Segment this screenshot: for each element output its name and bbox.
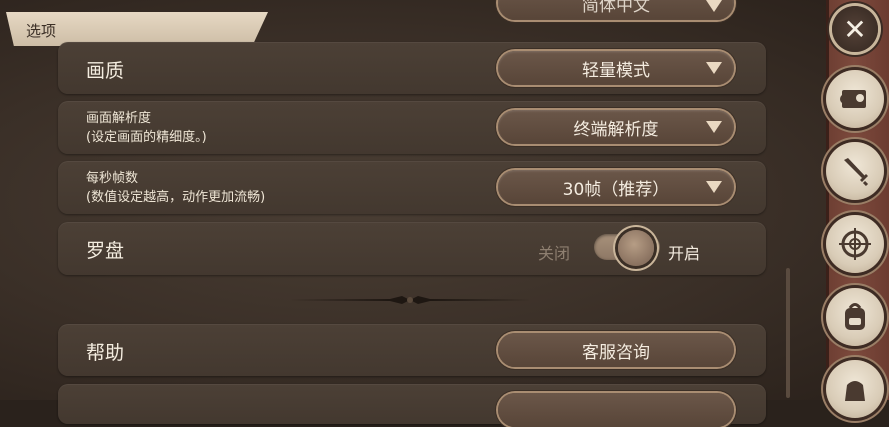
setting-row-resolution: 画面解析度 (设定画面的精细度。) 终端解析度 — [58, 101, 766, 154]
resolution-label: 画面解析度 — [86, 111, 152, 126]
chevron-down-icon — [706, 121, 722, 133]
map-scroll-icon — [840, 90, 866, 108]
quality-value: 轻量模式 — [582, 60, 650, 81]
chevron-down-icon — [706, 181, 722, 193]
inventory-button[interactable] — [826, 288, 884, 346]
setting-row-quality: 画质 轻量模式 — [58, 42, 766, 94]
compass-label: 罗盘 — [86, 240, 125, 262]
crosshair-icon — [839, 228, 871, 260]
resolution-value: 终端解析度 — [573, 119, 659, 140]
resolution-dropdown[interactable]: 终端解析度 — [498, 110, 734, 144]
setting-row-fps: 每秒帧数 (数值设定越高，动作更加流畅) 30帧（推荐） — [58, 161, 766, 214]
close-button[interactable]: ✕ — [832, 6, 878, 52]
sword-icon — [844, 158, 869, 187]
fps-label: 每秒帧数 — [86, 171, 139, 186]
scrollbar[interactable] — [786, 268, 790, 398]
setting-row-help: 帮助 客服咨询 — [58, 324, 766, 376]
language-value: 简体中文 — [582, 0, 650, 16]
bag-button[interactable] — [826, 360, 884, 418]
weapon-button[interactable] — [826, 142, 884, 200]
chevron-down-icon — [706, 0, 722, 12]
setting-row-compass: 罗盘 关闭 开启 — [58, 222, 766, 275]
chevron-down-icon — [706, 62, 722, 74]
fps-dropdown[interactable]: 30帧（推荐） — [498, 170, 734, 204]
map-button[interactable] — [826, 70, 884, 128]
help-label: 帮助 — [86, 342, 125, 364]
next-row-button[interactable] — [498, 393, 734, 427]
toggle-knob[interactable] — [618, 230, 654, 266]
compass-on-label: 开启 — [668, 244, 701, 263]
setting-row-next — [58, 384, 766, 427]
customer-service-button[interactable]: 客服咨询 — [498, 333, 734, 367]
compass-off-label: 关闭 — [538, 244, 571, 263]
backpack-icon — [845, 303, 865, 330]
ornament-divider — [290, 296, 530, 304]
language-dropdown[interactable]: 简体中文 — [498, 0, 734, 20]
close-icon: ✕ — [843, 12, 867, 46]
options-tab-label: 选项 — [26, 22, 57, 40]
resolution-desc: (设定画面的精细度。) — [86, 130, 207, 145]
fps-value: 30帧（推荐） — [562, 179, 670, 200]
quality-label: 画质 — [86, 60, 125, 82]
fps-desc: (数值设定越高，动作更加流畅) — [86, 190, 266, 205]
quality-dropdown[interactable]: 轻量模式 — [498, 51, 734, 85]
bag-icon — [845, 381, 865, 401]
target-button[interactable] — [826, 215, 884, 273]
